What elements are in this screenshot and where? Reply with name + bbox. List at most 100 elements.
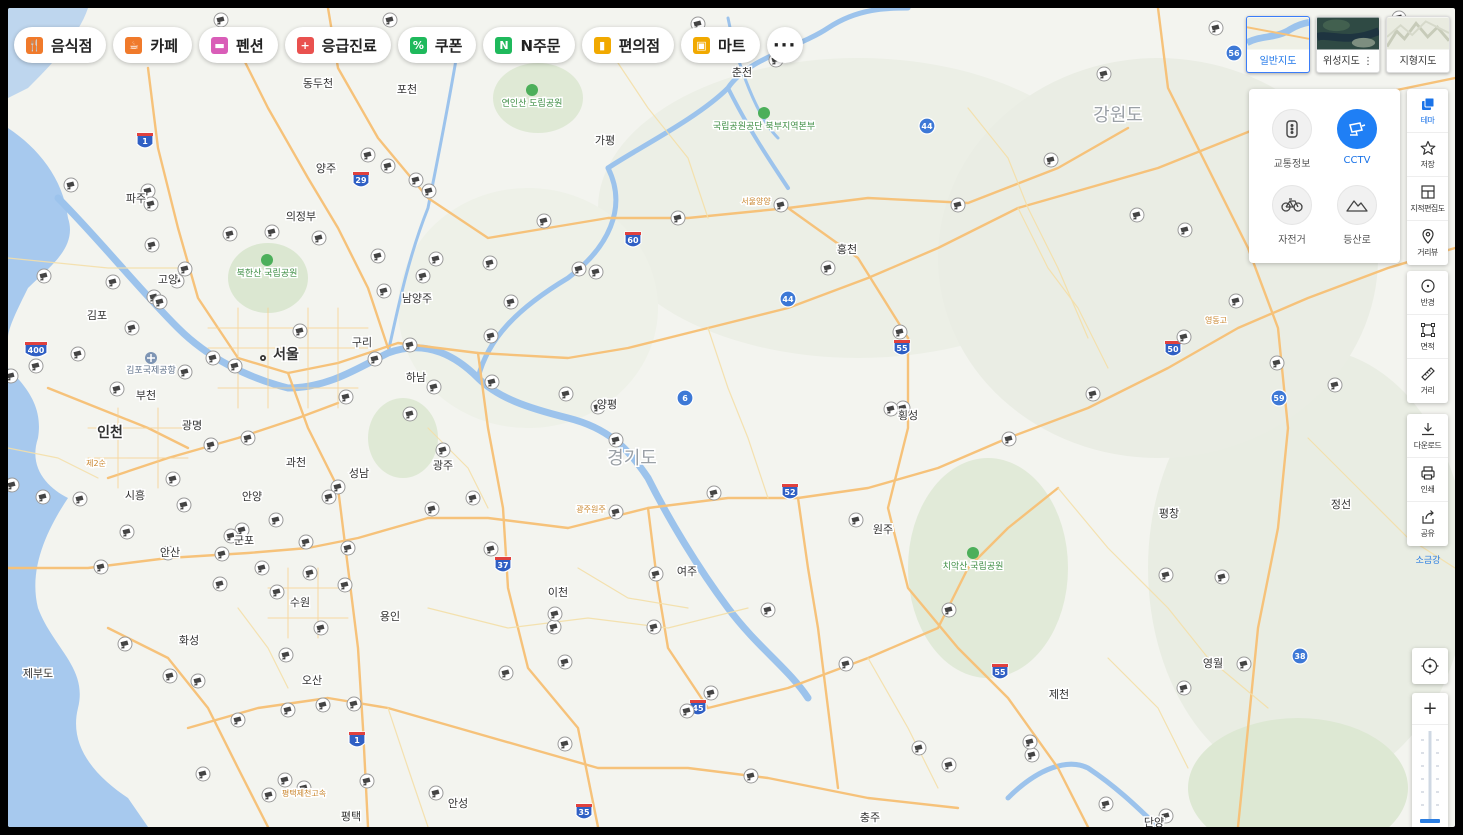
cctv-marker[interactable] [848,512,864,528]
cctv-marker[interactable] [648,566,664,582]
cctv-marker[interactable] [8,368,19,384]
cctv-marker[interactable] [557,654,573,670]
cctv-marker[interactable] [498,665,514,681]
cctv-marker[interactable] [1001,431,1017,447]
cctv-marker[interactable] [883,401,899,417]
cctv-marker[interactable] [298,534,314,550]
cctv-marker[interactable] [557,736,573,752]
cctv-marker[interactable] [402,337,418,353]
print-button[interactable]: 인쇄 [1407,458,1448,502]
cctv-marker[interactable] [1269,355,1285,371]
cctv-marker[interactable] [338,389,354,405]
cctv-marker[interactable] [536,213,552,229]
cctv-marker[interactable] [428,785,444,801]
cctv-marker[interactable] [588,264,604,280]
cctv-marker[interactable] [1236,656,1252,672]
cctv-marker[interactable] [93,559,109,575]
cctv-marker[interactable] [679,703,695,719]
street-view-button[interactable]: 거리뷰 [1407,221,1448,265]
cctv-marker[interactable] [380,158,396,174]
cctv-marker[interactable] [402,406,418,422]
cctv-marker[interactable] [1022,734,1038,750]
share-button[interactable]: 공유 [1407,502,1448,546]
cctv-marker[interactable] [941,602,957,618]
cctv-marker[interactable] [117,636,133,652]
category-chip-mart[interactable]: ▣ 마트 [681,27,760,63]
cctv-marker[interactable] [214,546,230,562]
cctv-marker[interactable] [230,712,246,728]
map-type-terrain[interactable]: 지형지도 [1386,16,1450,73]
layer-option-hiking[interactable]: 등산로 [1322,185,1392,246]
cctv-marker[interactable] [359,773,375,789]
zoom-slider[interactable] [1412,725,1448,825]
category-chip-emergency[interactable]: + 응급진료 [284,27,391,63]
cctv-marker[interactable] [1208,20,1224,36]
cctv-marker[interactable] [268,512,284,528]
cctv-marker[interactable] [483,328,499,344]
cctv-marker[interactable] [152,294,168,310]
distance-button[interactable]: 거리 [1407,359,1448,403]
category-chip-food[interactable]: 🍴 음식점 [14,27,107,63]
layer-option-traffic[interactable]: 교통정보 [1257,109,1327,170]
area-button[interactable]: 면적 [1407,315,1448,359]
cctv-marker[interactable] [302,565,318,581]
cctv-marker[interactable] [63,177,79,193]
cctv-marker[interactable] [105,274,121,290]
cctv-marker[interactable] [176,497,192,513]
cctv-marker[interactable] [484,374,500,390]
legend-link[interactable]: 소금강 [1408,553,1448,566]
cctv-marker[interactable] [203,437,219,453]
cctv-marker[interactable] [1158,567,1174,583]
cctv-marker[interactable] [1176,680,1192,696]
map-type-satellite[interactable]: 위성지도 ⋮ [1316,16,1380,73]
cctv-marker[interactable] [1228,293,1244,309]
cctv-marker[interactable] [340,540,356,556]
cctv-marker[interactable] [1096,66,1112,82]
cctv-marker[interactable] [1177,222,1193,238]
cctv-marker[interactable] [1129,207,1145,223]
cctv-marker[interactable] [608,432,624,448]
cctv-marker[interactable] [162,668,178,684]
cctv-marker[interactable] [558,386,574,402]
category-chip-convenience[interactable]: ▮ 편의점 [581,27,674,63]
cctv-marker[interactable] [195,766,211,782]
cctv-marker[interactable] [109,381,125,397]
cctv-marker[interactable] [892,324,908,340]
cctv-marker[interactable] [177,364,193,380]
cctv-marker[interactable] [313,620,329,636]
cctv-marker[interactable] [254,560,270,576]
cctv-marker[interactable] [415,268,431,284]
cctv-marker[interactable] [8,477,20,493]
more-categories-button[interactable]: ··· [766,27,803,63]
cctv-marker[interactable] [119,524,135,540]
cctv-marker[interactable] [428,251,444,267]
cctv-marker[interactable] [950,197,966,213]
cctv-marker[interactable] [360,147,376,163]
cctv-marker[interactable] [1043,152,1059,168]
category-chip-pension[interactable]: ▬ 펜션 [199,27,278,63]
cctv-marker[interactable] [205,350,221,366]
map-type-general[interactable]: 일반지도 [1246,16,1310,73]
cctv-marker[interactable] [483,541,499,557]
cctv-marker[interactable] [546,619,562,635]
cctv-marker[interactable] [72,491,88,507]
cctv-marker[interactable] [124,320,140,336]
cctv-marker[interactable] [911,740,927,756]
cctv-marker[interactable] [144,237,160,253]
save-button[interactable]: 저장 [1407,133,1448,177]
cctv-marker[interactable] [547,606,563,622]
cctv-marker[interactable] [177,261,193,277]
cctv-marker[interactable] [227,358,243,374]
category-chip-norder[interactable]: N N주문 [483,27,575,63]
cctv-marker[interactable] [28,358,44,374]
layer-option-cctv[interactable]: CCTV [1322,109,1392,166]
cctv-marker[interactable] [278,647,294,663]
layer-option-bicycle[interactable]: 자전거 [1257,185,1327,246]
cctv-marker[interactable] [36,268,52,284]
cctv-marker[interactable] [482,255,498,271]
cctv-marker[interactable] [240,430,256,446]
cctv-marker[interactable] [706,485,722,501]
cadastral-map-button[interactable]: 지적편집도 [1407,177,1448,221]
cctv-marker[interactable] [1327,377,1343,393]
cctv-marker[interactable] [264,224,280,240]
